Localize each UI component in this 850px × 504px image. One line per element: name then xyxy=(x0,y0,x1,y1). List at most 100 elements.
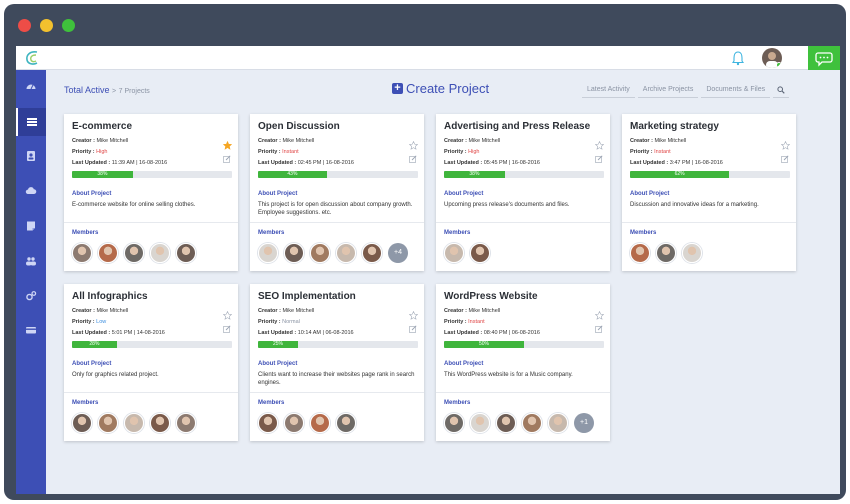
updated-label: Last Updated : xyxy=(258,330,297,336)
star-icon[interactable] xyxy=(409,141,418,150)
create-project-label: Create Project xyxy=(406,81,490,96)
member-avatar[interactable] xyxy=(548,413,568,433)
project-card[interactable]: WordPress Website Creator : Mike Mitchel… xyxy=(436,284,610,441)
chat-button[interactable] xyxy=(808,46,840,70)
member-avatar[interactable] xyxy=(98,243,118,263)
member-avatar[interactable] xyxy=(336,243,356,263)
project-card[interactable]: All Infographics Creator : Mike Mitchell… xyxy=(64,284,238,441)
progress-fill: 62% xyxy=(630,171,730,178)
member-avatar[interactable] xyxy=(496,413,516,433)
project-title[interactable]: E-commerce xyxy=(72,121,132,132)
star-icon[interactable] xyxy=(595,311,604,320)
tab-latest-activity[interactable]: Latest Activity xyxy=(582,83,635,98)
project-card[interactable]: Marketing strategy Creator : Mike Mitche… xyxy=(622,114,796,271)
project-card[interactable]: Open Discussion Creator : Mike Mitchell … xyxy=(250,114,424,271)
member-avatar[interactable] xyxy=(470,413,490,433)
progress-bar: 25% xyxy=(258,341,418,348)
members-label: Members xyxy=(444,400,471,406)
edit-icon[interactable] xyxy=(223,155,231,163)
edit-icon[interactable] xyxy=(223,325,231,333)
window-close-button[interactable] xyxy=(18,19,31,32)
member-avatar[interactable] xyxy=(150,243,170,263)
priority-label: Priority : xyxy=(630,149,653,155)
edit-icon[interactable] xyxy=(595,325,603,333)
member-avatar[interactable] xyxy=(72,243,92,263)
sidebar-item-team[interactable] xyxy=(16,247,46,275)
sidebar-item-settings[interactable] xyxy=(16,282,46,310)
member-avatar[interactable] xyxy=(72,413,92,433)
member-avatar[interactable] xyxy=(310,413,330,433)
search-button[interactable] xyxy=(773,83,790,98)
member-avatar[interactable] xyxy=(470,243,490,263)
member-avatar[interactable] xyxy=(124,413,144,433)
member-avatar[interactable] xyxy=(258,413,278,433)
updated-value: 3:47 PM | 16-08-2016 xyxy=(669,160,723,166)
window-minimize-button[interactable] xyxy=(40,19,53,32)
project-title[interactable]: WordPress Website xyxy=(444,291,538,302)
more-members-badge[interactable]: +4 xyxy=(388,243,408,263)
about-project-text: Only for graphics related project. xyxy=(72,372,159,378)
sidebar-item-cloud[interactable] xyxy=(16,177,46,205)
member-avatar[interactable] xyxy=(630,243,650,263)
member-avatar[interactable] xyxy=(656,243,676,263)
project-title[interactable]: Advertising and Press Release xyxy=(444,121,590,132)
creator-label: Creator : xyxy=(72,308,95,314)
member-avatar[interactable] xyxy=(336,413,356,433)
logo-icon xyxy=(26,51,38,65)
list-icon xyxy=(27,118,37,126)
progress-fill: 38% xyxy=(444,171,505,178)
tab-documents-files[interactable]: Documents & Files xyxy=(701,83,771,98)
bell-icon[interactable] xyxy=(731,50,745,66)
sidebar-item-dashboard[interactable] xyxy=(16,72,46,100)
member-avatar[interactable] xyxy=(98,413,118,433)
progress-bar: 38% xyxy=(72,171,232,178)
priority-label: Priority : xyxy=(72,319,95,325)
star-icon[interactable] xyxy=(781,141,790,150)
priority-value: Instant xyxy=(282,149,299,155)
member-avatar[interactable] xyxy=(522,413,542,433)
tab-archive-projects[interactable]: Archive Projects xyxy=(637,83,699,98)
project-title[interactable]: All Infographics xyxy=(72,291,148,302)
member-avatar[interactable] xyxy=(444,243,464,263)
create-project-button[interactable]: + Create Project xyxy=(392,81,489,96)
member-avatar[interactable] xyxy=(176,413,196,433)
sidebar-item-notes[interactable] xyxy=(16,212,46,240)
project-title[interactable]: Marketing strategy xyxy=(630,121,719,132)
more-members-badge[interactable]: +1 xyxy=(574,413,594,433)
member-avatar[interactable] xyxy=(362,243,382,263)
member-avatar[interactable] xyxy=(310,243,330,263)
project-card[interactable]: E-commerce Creator : Mike Mitchell Prior… xyxy=(64,114,238,271)
edit-icon[interactable] xyxy=(409,155,417,163)
app-window: Total Active > 7 Projects + Create Proje… xyxy=(4,4,846,500)
user-avatar[interactable] xyxy=(762,48,782,68)
creator-label: Creator : xyxy=(444,308,467,314)
star-icon[interactable] xyxy=(409,311,418,320)
sidebar-item-contacts[interactable] xyxy=(16,142,46,170)
member-avatar[interactable] xyxy=(444,413,464,433)
progress-fill: 43% xyxy=(258,171,327,178)
member-avatar[interactable] xyxy=(150,413,170,433)
member-avatar[interactable] xyxy=(124,243,144,263)
breadcrumb-section[interactable]: Total Active xyxy=(64,85,110,95)
star-icon[interactable] xyxy=(223,141,232,150)
project-title[interactable]: Open Discussion xyxy=(258,121,340,132)
window-maximize-button[interactable] xyxy=(62,19,75,32)
project-card[interactable]: SEO Implementation Creator : Mike Mitche… xyxy=(250,284,424,441)
priority-label: Priority : xyxy=(258,319,281,325)
member-avatar[interactable] xyxy=(682,243,702,263)
member-avatar[interactable] xyxy=(284,413,304,433)
star-icon[interactable] xyxy=(595,141,604,150)
member-avatar[interactable] xyxy=(284,243,304,263)
member-avatar[interactable] xyxy=(176,243,196,263)
sidebar-item-projects[interactable] xyxy=(16,108,46,136)
updated-value: 11:39 AM | 16-08-2016 xyxy=(111,160,168,166)
sidebar-item-billing[interactable] xyxy=(16,316,46,344)
edit-icon[interactable] xyxy=(409,325,417,333)
project-title[interactable]: SEO Implementation xyxy=(258,291,356,302)
project-card[interactable]: Advertising and Press Release Creator : … xyxy=(436,114,610,271)
contact-card-icon xyxy=(27,151,35,161)
edit-icon[interactable] xyxy=(595,155,603,163)
star-icon[interactable] xyxy=(223,311,232,320)
edit-icon[interactable] xyxy=(781,155,789,163)
member-avatar[interactable] xyxy=(258,243,278,263)
